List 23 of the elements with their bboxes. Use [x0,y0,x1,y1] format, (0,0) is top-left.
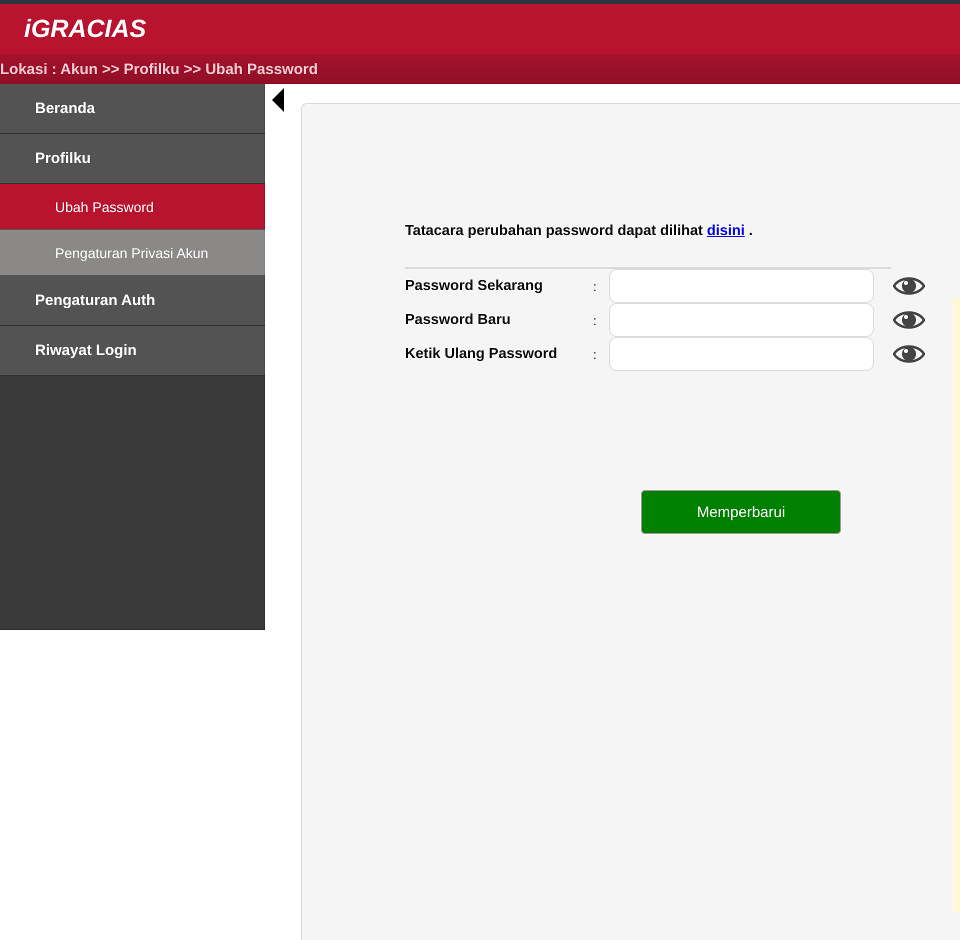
sidebar-subitem[interactable]: Ubah Password [0,184,265,230]
link[interactable]: disini [706,223,745,239]
colon: : [593,346,598,362]
field-label: Ketik Ulang Password [405,346,558,362]
logo: iGRACIAS [24,14,146,44]
breadcrumb: Lokasi : Akun >> Profilku >> Ubah Password [0,60,318,78]
colon: : [593,312,598,328]
sidebar-item[interactable]: Beranda [0,84,265,134]
instruction-text: Tatacara perubahan password dapat dilihat disini . [405,223,754,239]
password-field[interactable] [609,269,874,303]
sidebar-item[interactable]: Pengaturan Auth [0,276,265,326]
colon: : [593,278,598,294]
sidebar-item[interactable]: Riwayat Login [0,326,265,376]
sidebar-item[interactable]: Profilku [0,134,265,184]
collapse-triangle-icon[interactable] [272,88,284,112]
field-label: Password Baru [405,312,512,328]
field-label: Password Sekarang [405,278,544,294]
password-field[interactable] [609,303,874,337]
password-field[interactable] [609,337,874,371]
submit-button[interactable]: Memperbarui [641,490,841,534]
eye-icon[interactable] [893,343,925,365]
eye-icon[interactable] [893,309,925,331]
eye-icon[interactable] [893,275,925,297]
